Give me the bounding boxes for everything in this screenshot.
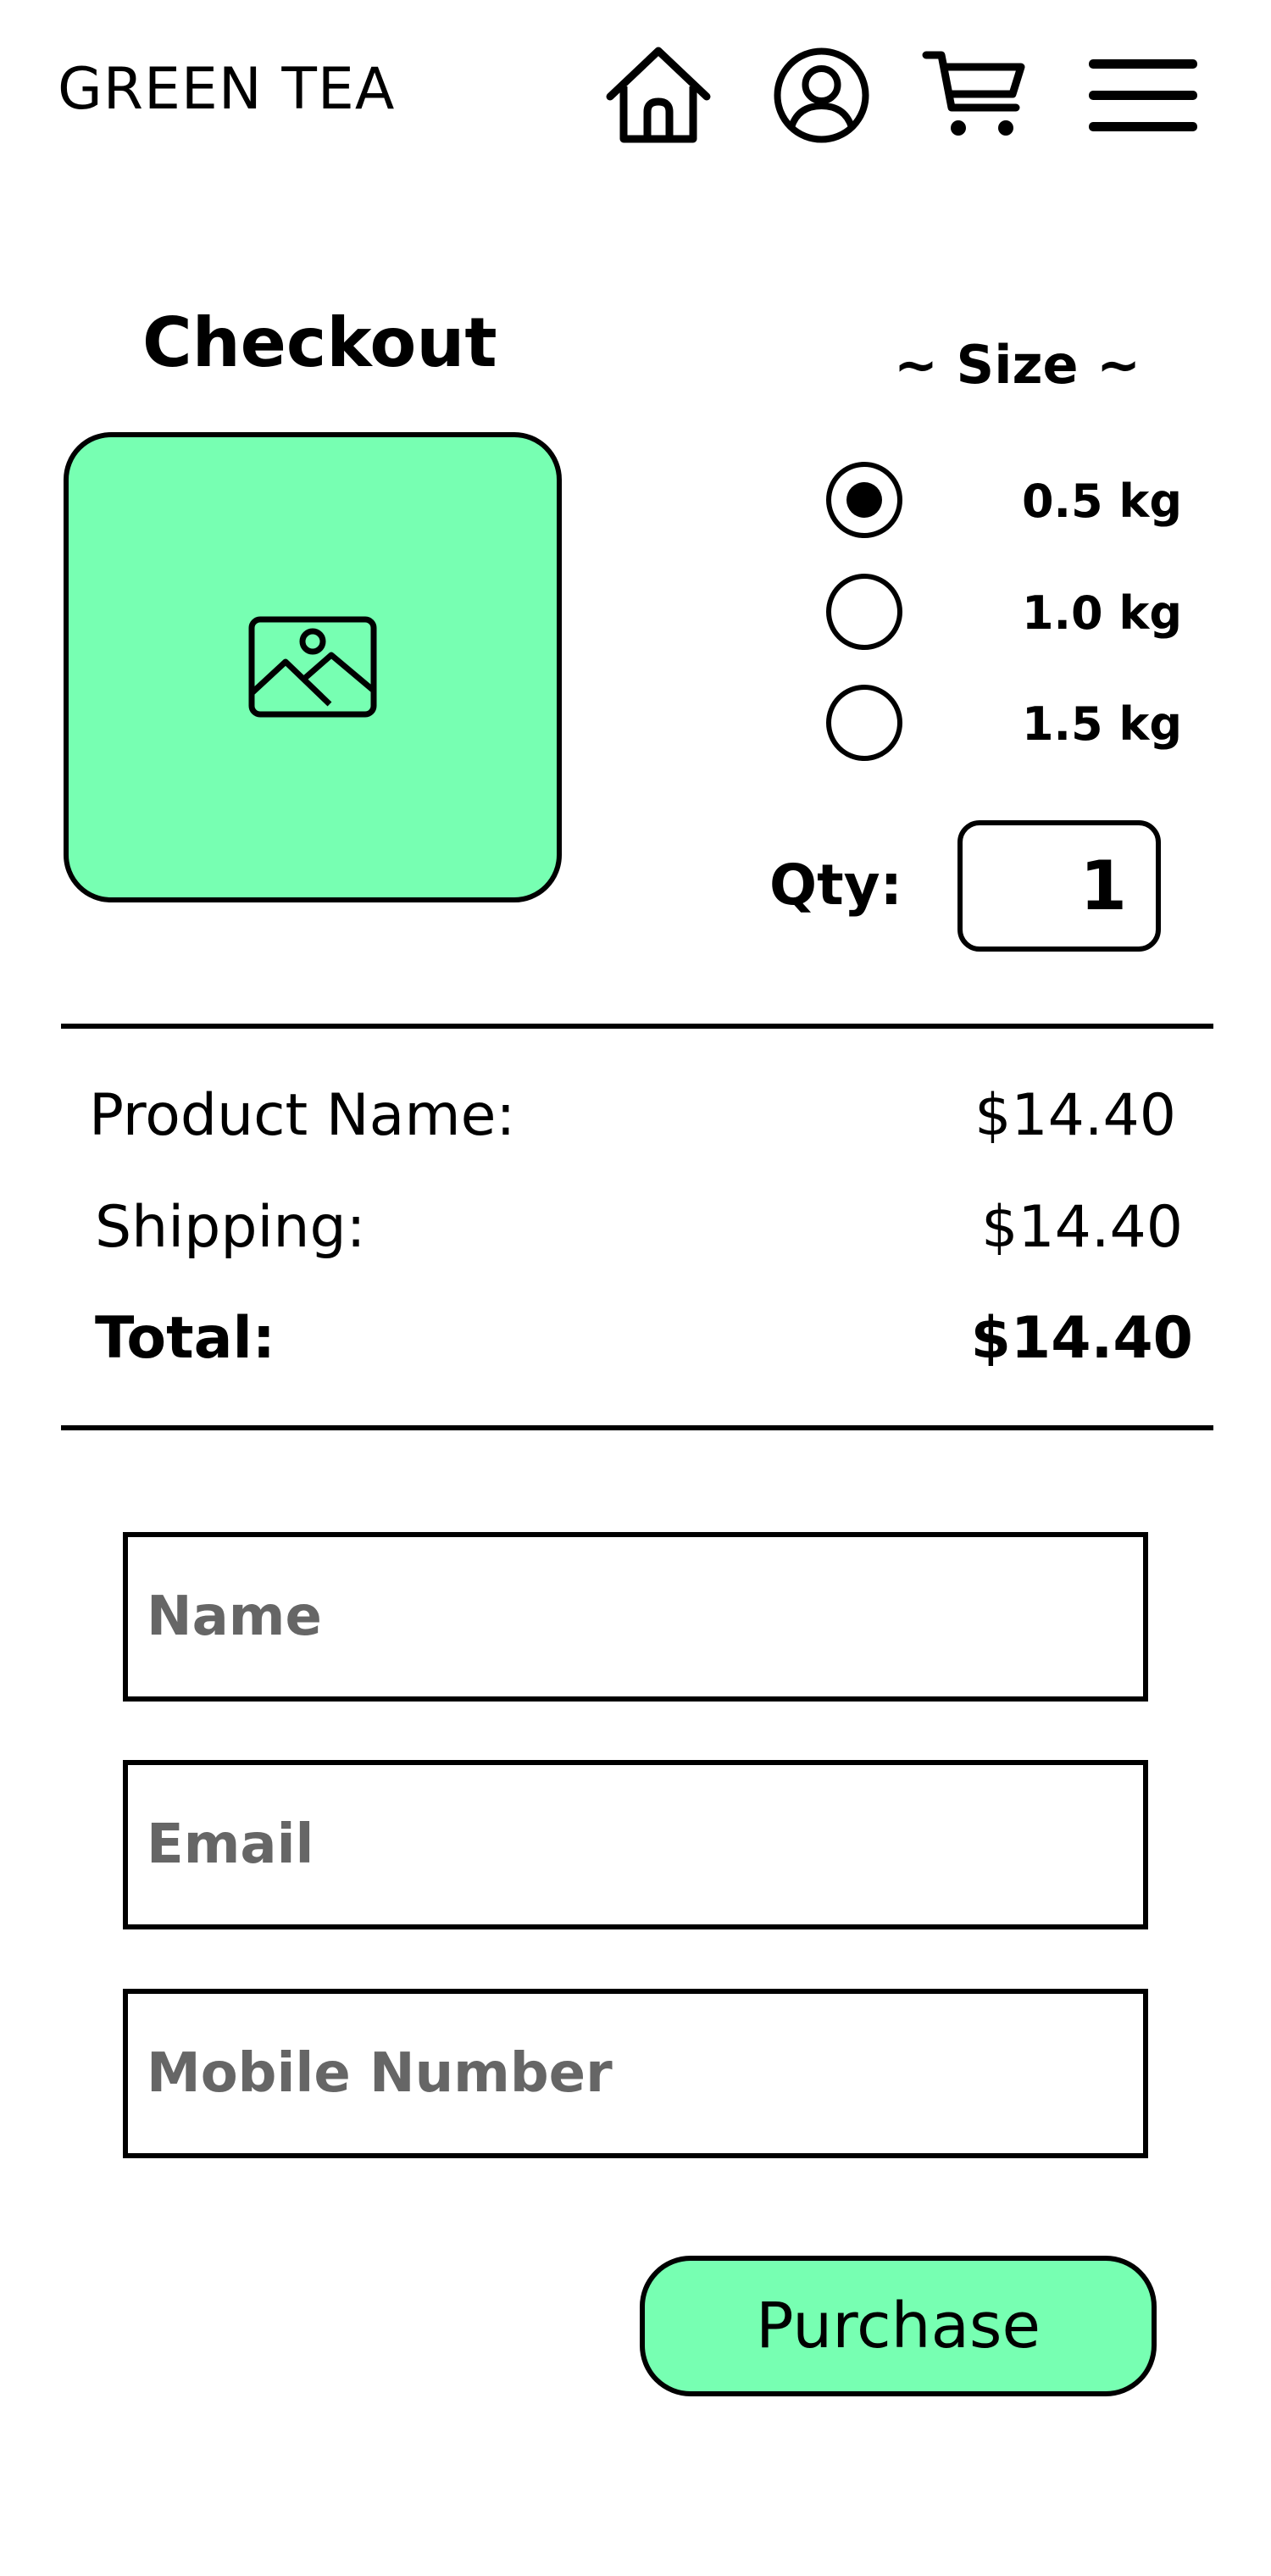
size-radio[interactable] [826, 685, 902, 761]
product-image [64, 432, 562, 902]
email-field[interactable] [123, 1760, 1148, 1929]
image-placeholder-icon [248, 616, 377, 717]
size-option-label: 1.0 kg [1021, 586, 1182, 640]
menu-icon[interactable] [1089, 59, 1197, 131]
purchase-button[interactable]: Purchase [640, 2256, 1157, 2396]
cart-icon[interactable] [921, 47, 1027, 144]
quantity-label: Qty: [769, 852, 903, 918]
total-label: Total: [95, 1305, 275, 1372]
page-title: Checkout [142, 303, 497, 382]
mobile-number-field[interactable] [123, 1989, 1148, 2158]
name-field[interactable] [123, 1532, 1148, 1702]
size-radio[interactable] [826, 462, 902, 538]
product-name-label: Product Name: [89, 1082, 516, 1149]
divider [61, 1425, 1213, 1430]
product-price: $14.40 [974, 1082, 1176, 1149]
size-option-1-0kg[interactable]: 1.0 kg [826, 574, 1182, 658]
size-heading: ~ Size ~ [894, 334, 1141, 396]
brand-title[interactable]: GREEN TEA [58, 61, 395, 119]
size-option-0-5kg[interactable]: 0.5 kg [826, 462, 1182, 547]
divider [61, 1024, 1213, 1029]
shipping-price: $14.40 [981, 1194, 1183, 1261]
size-option-label: 0.5 kg [1021, 475, 1182, 528]
quantity-input[interactable]: 1 [957, 820, 1161, 952]
size-radio[interactable] [826, 574, 902, 650]
size-option-1-5kg[interactable]: 1.5 kg [826, 685, 1182, 769]
home-icon[interactable] [603, 44, 713, 146]
total-price: $14.40 [970, 1305, 1193, 1372]
account-icon[interactable] [773, 47, 870, 144]
shipping-label: Shipping: [95, 1194, 366, 1261]
size-option-label: 1.5 kg [1021, 697, 1182, 751]
radio-selected-dot [846, 482, 882, 518]
